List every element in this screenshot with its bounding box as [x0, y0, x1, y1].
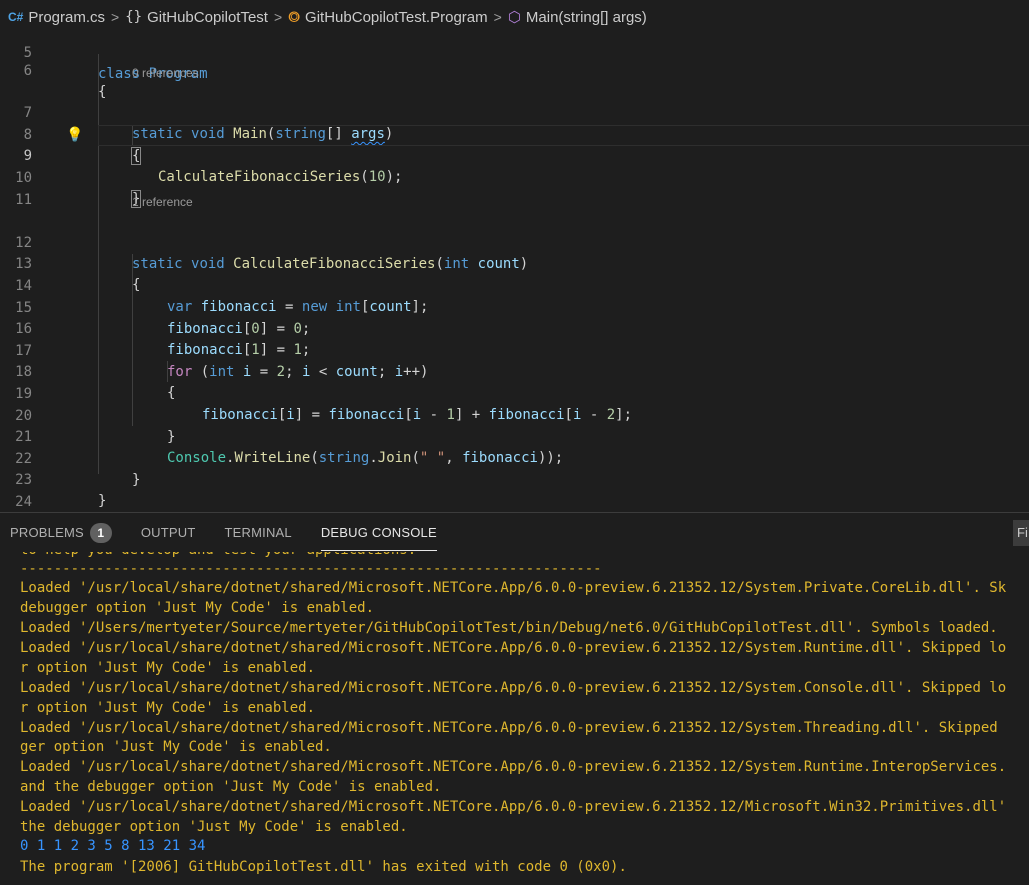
console-line: Loaded '/usr/local/share/dotnet/shared/M…: [20, 720, 998, 736]
breadcrumb-file-label: Program.cs: [28, 8, 106, 26]
code-line: 8 {: [0, 104, 1029, 165]
csharp-icon: C#: [8, 10, 24, 24]
tab-output-label: OUTPUT: [140, 525, 196, 540]
console-line: r option 'Just My Code' is enabled.: [20, 700, 316, 716]
chevron-right-icon: >: [493, 9, 502, 25]
tab-terminal[interactable]: TERMINAL: [225, 513, 292, 552]
console-line: and the debugger option 'Just My Code' i…: [20, 779, 442, 795]
console-line: the debugger option 'Just My Code' is en…: [20, 819, 408, 835]
tab-debug-console-label: DEBUG CONSOLE: [320, 525, 437, 540]
code-line: 21 Console.WriteLine(string.Join(" ", fi…: [0, 406, 1029, 466]
code-line: 15 fibonacci[0] = 0;: [0, 277, 1029, 337]
breadcrumb-file[interactable]: C# Program.cs: [8, 9, 105, 26]
console-line: Loaded '/usr/local/share/dotnet/shared/M…: [20, 680, 1007, 696]
chevron-right-icon: >: [273, 9, 283, 25]
breadcrumb-method[interactable]: ⬡ Main(string[] args): [507, 8, 647, 27]
console-line: Loaded '/Users/mertyeter/Source/mertyete…: [20, 620, 998, 636]
code-line: 7 static void Main(string[] args): [0, 82, 1029, 142]
code-line-active: 9 CalculateFibonacciSeries(10);: [0, 125, 1029, 185]
debug-console-output[interactable]: to help you develop and test your applic…: [0, 552, 1029, 885]
console-line: Loaded '/usr/local/share/dotnet/shared/M…: [20, 640, 1007, 656]
code-line: 17 for (int i = 2; i < count; i++): [0, 320, 1029, 380]
tab-output[interactable]: OUTPUT: [141, 513, 196, 552]
code-line: 18 {: [0, 341, 1029, 401]
code-line: 23 }: [0, 449, 1029, 509]
breadcrumb: C# Program.cs > {} GitHubCopilotTest > ⭗…: [0, 0, 1029, 34]
panel-tab-bar: PROBLEMS 1 OUTPUT TERMINAL DEBUG CONSOLE…: [0, 512, 1029, 552]
code-line: 11: [0, 169, 1029, 208]
code-line: 20 }: [0, 385, 1029, 445]
code-line: 13 {: [0, 233, 1029, 293]
filter-input[interactable]: Fi: [1013, 520, 1029, 546]
breadcrumb-namespace-label: GitHubCopilotTest: [147, 8, 268, 26]
tab-problems-label: PROBLEMS: [10, 525, 84, 540]
codelens-references[interactable]: 1 reference: [132, 193, 193, 211]
problems-count-badge: 1: [89, 522, 112, 543]
code-line: 12 static void CalculateFibonacciSeries(…: [0, 212, 1029, 272]
code-line: 25: [0, 493, 1029, 512]
line-number: 11: [15, 192, 32, 208]
console-line: debugger option 'Just My Code' is enable…: [20, 600, 375, 616]
codelens-references[interactable]: 0 references: [132, 64, 199, 82]
namespace-braces-icon: {}: [125, 9, 143, 25]
program-output-line: 0 1 1 2 3 5 8 13 21 34: [20, 838, 206, 854]
tab-problems[interactable]: PROBLEMS 1: [10, 513, 112, 552]
breadcrumb-namespace[interactable]: {} GitHubCopilotTest: [125, 9, 268, 26]
class-icon: ⭗: [288, 8, 301, 26]
code-line: 6 {: [0, 40, 1029, 100]
console-line: Loaded '/usr/local/share/dotnet/shared/M…: [20, 580, 1007, 596]
line-number: 6: [23, 63, 32, 79]
breadcrumb-method-label: Main(string[] args): [525, 8, 647, 26]
tab-terminal-label: TERMINAL: [224, 525, 292, 540]
code-line: 16 fibonacci[1] = 1;: [0, 298, 1029, 358]
console-line: Loaded '/usr/local/share/dotnet/shared/M…: [20, 799, 1007, 815]
console-line: ----------------------------------------…: [20, 561, 602, 577]
console-line: ger option 'Just My Code' is enabled.: [20, 739, 332, 755]
code-line: 19 fibonacci[i] = fibonacci[i - 1] + fib…: [0, 363, 1029, 423]
code-line: 14 var fibonacci = new int[count];: [0, 255, 1029, 315]
method-cube-icon: ⬡: [507, 9, 521, 26]
breadcrumb-class[interactable]: ⭗ GitHubCopilotTest.Program: [288, 9, 487, 26]
code-editor[interactable]: 5 class Program 6 { 0 references 7 stati…: [0, 34, 1029, 512]
console-line: r option 'Just My Code' is enabled.: [20, 660, 316, 676]
console-line: Loaded '/usr/local/share/dotnet/shared/M…: [20, 759, 1007, 775]
chevron-right-icon: >: [111, 9, 120, 25]
breadcrumb-class-label: GitHubCopilotTest.Program: [305, 8, 488, 26]
tab-debug-console[interactable]: DEBUG CONSOLE: [320, 513, 437, 552]
code-line: 24 }: [0, 471, 1029, 510]
code-line: 10 }: [0, 147, 1029, 208]
exit-status-line: The program '[2006] GitHubCopilotTest.dl…: [20, 859, 627, 875]
code-line: 22 }: [0, 428, 1029, 488]
